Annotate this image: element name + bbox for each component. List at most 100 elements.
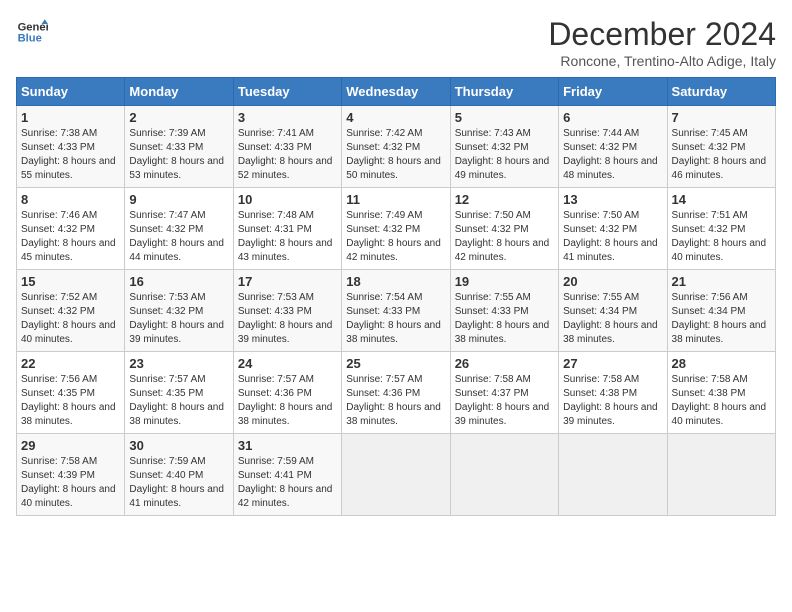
day-number: 1 xyxy=(21,110,120,125)
day-cell: 17 Sunrise: 7:53 AMSunset: 4:33 PMDaylig… xyxy=(233,270,341,352)
day-number: 23 xyxy=(129,356,228,371)
day-info: Sunrise: 7:50 AMSunset: 4:32 PMDaylight:… xyxy=(563,210,658,263)
day-cell: 14 Sunrise: 7:51 AMSunset: 4:32 PMDaylig… xyxy=(667,188,775,270)
day-info: Sunrise: 7:38 AMSunset: 4:33 PMDaylight:… xyxy=(21,128,116,181)
day-info: Sunrise: 7:46 AMSunset: 4:32 PMDaylight:… xyxy=(21,210,116,263)
day-number: 29 xyxy=(21,438,120,453)
day-info: Sunrise: 7:53 AMSunset: 4:33 PMDaylight:… xyxy=(238,292,333,345)
subtitle: Roncone, Trentino-Alto Adige, Italy xyxy=(548,53,776,69)
day-cell xyxy=(450,434,558,516)
day-cell: 16 Sunrise: 7:53 AMSunset: 4:32 PMDaylig… xyxy=(125,270,233,352)
day-number: 2 xyxy=(129,110,228,125)
day-info: Sunrise: 7:54 AMSunset: 4:33 PMDaylight:… xyxy=(346,292,441,345)
day-info: Sunrise: 7:58 AMSunset: 4:38 PMDaylight:… xyxy=(672,374,767,427)
day-cell: 5 Sunrise: 7:43 AMSunset: 4:32 PMDayligh… xyxy=(450,106,558,188)
day-cell: 24 Sunrise: 7:57 AMSunset: 4:36 PMDaylig… xyxy=(233,352,341,434)
day-info: Sunrise: 7:55 AMSunset: 4:33 PMDaylight:… xyxy=(455,292,550,345)
day-cell: 31 Sunrise: 7:59 AMSunset: 4:41 PMDaylig… xyxy=(233,434,341,516)
day-info: Sunrise: 7:59 AMSunset: 4:41 PMDaylight:… xyxy=(238,456,333,509)
day-cell: 2 Sunrise: 7:39 AMSunset: 4:33 PMDayligh… xyxy=(125,106,233,188)
logo: General Blue xyxy=(16,16,48,48)
day-number: 14 xyxy=(672,192,771,207)
day-info: Sunrise: 7:59 AMSunset: 4:40 PMDaylight:… xyxy=(129,456,224,509)
day-cell: 8 Sunrise: 7:46 AMSunset: 4:32 PMDayligh… xyxy=(17,188,125,270)
day-info: Sunrise: 7:50 AMSunset: 4:32 PMDaylight:… xyxy=(455,210,550,263)
day-info: Sunrise: 7:45 AMSunset: 4:32 PMDaylight:… xyxy=(672,128,767,181)
day-info: Sunrise: 7:58 AMSunset: 4:39 PMDaylight:… xyxy=(21,456,116,509)
day-info: Sunrise: 7:44 AMSunset: 4:32 PMDaylight:… xyxy=(563,128,658,181)
day-number: 10 xyxy=(238,192,337,207)
day-number: 13 xyxy=(563,192,662,207)
day-info: Sunrise: 7:58 AMSunset: 4:38 PMDaylight:… xyxy=(563,374,658,427)
weekday-header-sunday: Sunday xyxy=(17,78,125,106)
day-number: 17 xyxy=(238,274,337,289)
weekday-header-monday: Monday xyxy=(125,78,233,106)
day-number: 12 xyxy=(455,192,554,207)
day-info: Sunrise: 7:55 AMSunset: 4:34 PMDaylight:… xyxy=(563,292,658,345)
day-info: Sunrise: 7:53 AMSunset: 4:32 PMDaylight:… xyxy=(129,292,224,345)
month-title: December 2024 xyxy=(548,16,776,53)
day-number: 30 xyxy=(129,438,228,453)
day-number: 20 xyxy=(563,274,662,289)
day-number: 19 xyxy=(455,274,554,289)
day-info: Sunrise: 7:47 AMSunset: 4:32 PMDaylight:… xyxy=(129,210,224,263)
weekday-header-thursday: Thursday xyxy=(450,78,558,106)
day-number: 6 xyxy=(563,110,662,125)
day-cell xyxy=(342,434,450,516)
week-row-2: 8 Sunrise: 7:46 AMSunset: 4:32 PMDayligh… xyxy=(17,188,776,270)
day-number: 5 xyxy=(455,110,554,125)
week-row-5: 29 Sunrise: 7:58 AMSunset: 4:39 PMDaylig… xyxy=(17,434,776,516)
day-cell: 11 Sunrise: 7:49 AMSunset: 4:32 PMDaylig… xyxy=(342,188,450,270)
day-info: Sunrise: 7:57 AMSunset: 4:36 PMDaylight:… xyxy=(346,374,441,427)
weekday-header-tuesday: Tuesday xyxy=(233,78,341,106)
day-cell xyxy=(667,434,775,516)
day-cell: 27 Sunrise: 7:58 AMSunset: 4:38 PMDaylig… xyxy=(559,352,667,434)
day-number: 11 xyxy=(346,192,445,207)
svg-text:Blue: Blue xyxy=(18,33,42,45)
day-cell: 29 Sunrise: 7:58 AMSunset: 4:39 PMDaylig… xyxy=(17,434,125,516)
day-info: Sunrise: 7:58 AMSunset: 4:37 PMDaylight:… xyxy=(455,374,550,427)
day-number: 24 xyxy=(238,356,337,371)
day-cell: 22 Sunrise: 7:56 AMSunset: 4:35 PMDaylig… xyxy=(17,352,125,434)
day-cell: 12 Sunrise: 7:50 AMSunset: 4:32 PMDaylig… xyxy=(450,188,558,270)
calendar-body: 1 Sunrise: 7:38 AMSunset: 4:33 PMDayligh… xyxy=(17,106,776,516)
day-number: 16 xyxy=(129,274,228,289)
day-cell: 6 Sunrise: 7:44 AMSunset: 4:32 PMDayligh… xyxy=(559,106,667,188)
weekday-header-saturday: Saturday xyxy=(667,78,775,106)
day-cell: 20 Sunrise: 7:55 AMSunset: 4:34 PMDaylig… xyxy=(559,270,667,352)
day-info: Sunrise: 7:43 AMSunset: 4:32 PMDaylight:… xyxy=(455,128,550,181)
day-cell: 10 Sunrise: 7:48 AMSunset: 4:31 PMDaylig… xyxy=(233,188,341,270)
day-number: 22 xyxy=(21,356,120,371)
day-cell: 7 Sunrise: 7:45 AMSunset: 4:32 PMDayligh… xyxy=(667,106,775,188)
day-info: Sunrise: 7:57 AMSunset: 4:35 PMDaylight:… xyxy=(129,374,224,427)
day-cell: 28 Sunrise: 7:58 AMSunset: 4:38 PMDaylig… xyxy=(667,352,775,434)
title-area: December 2024 Roncone, Trentino-Alto Adi… xyxy=(548,16,776,69)
day-cell: 25 Sunrise: 7:57 AMSunset: 4:36 PMDaylig… xyxy=(342,352,450,434)
day-number: 3 xyxy=(238,110,337,125)
day-info: Sunrise: 7:51 AMSunset: 4:32 PMDaylight:… xyxy=(672,210,767,263)
day-number: 28 xyxy=(672,356,771,371)
day-number: 4 xyxy=(346,110,445,125)
day-info: Sunrise: 7:56 AMSunset: 4:34 PMDaylight:… xyxy=(672,292,767,345)
day-cell: 3 Sunrise: 7:41 AMSunset: 4:33 PMDayligh… xyxy=(233,106,341,188)
day-number: 7 xyxy=(672,110,771,125)
day-info: Sunrise: 7:49 AMSunset: 4:32 PMDaylight:… xyxy=(346,210,441,263)
day-cell: 19 Sunrise: 7:55 AMSunset: 4:33 PMDaylig… xyxy=(450,270,558,352)
day-number: 9 xyxy=(129,192,228,207)
day-cell: 15 Sunrise: 7:52 AMSunset: 4:32 PMDaylig… xyxy=(17,270,125,352)
day-cell: 9 Sunrise: 7:47 AMSunset: 4:32 PMDayligh… xyxy=(125,188,233,270)
day-cell: 1 Sunrise: 7:38 AMSunset: 4:33 PMDayligh… xyxy=(17,106,125,188)
day-info: Sunrise: 7:48 AMSunset: 4:31 PMDaylight:… xyxy=(238,210,333,263)
header: General Blue December 2024 Roncone, Tren… xyxy=(16,16,776,69)
day-info: Sunrise: 7:52 AMSunset: 4:32 PMDaylight:… xyxy=(21,292,116,345)
logo-icon: General Blue xyxy=(16,16,48,48)
weekday-header-friday: Friday xyxy=(559,78,667,106)
day-cell: 23 Sunrise: 7:57 AMSunset: 4:35 PMDaylig… xyxy=(125,352,233,434)
day-cell: 4 Sunrise: 7:42 AMSunset: 4:32 PMDayligh… xyxy=(342,106,450,188)
week-row-3: 15 Sunrise: 7:52 AMSunset: 4:32 PMDaylig… xyxy=(17,270,776,352)
weekday-header-row: SundayMondayTuesdayWednesdayThursdayFrid… xyxy=(17,78,776,106)
day-info: Sunrise: 7:41 AMSunset: 4:33 PMDaylight:… xyxy=(238,128,333,181)
day-cell xyxy=(559,434,667,516)
day-info: Sunrise: 7:42 AMSunset: 4:32 PMDaylight:… xyxy=(346,128,441,181)
day-number: 8 xyxy=(21,192,120,207)
